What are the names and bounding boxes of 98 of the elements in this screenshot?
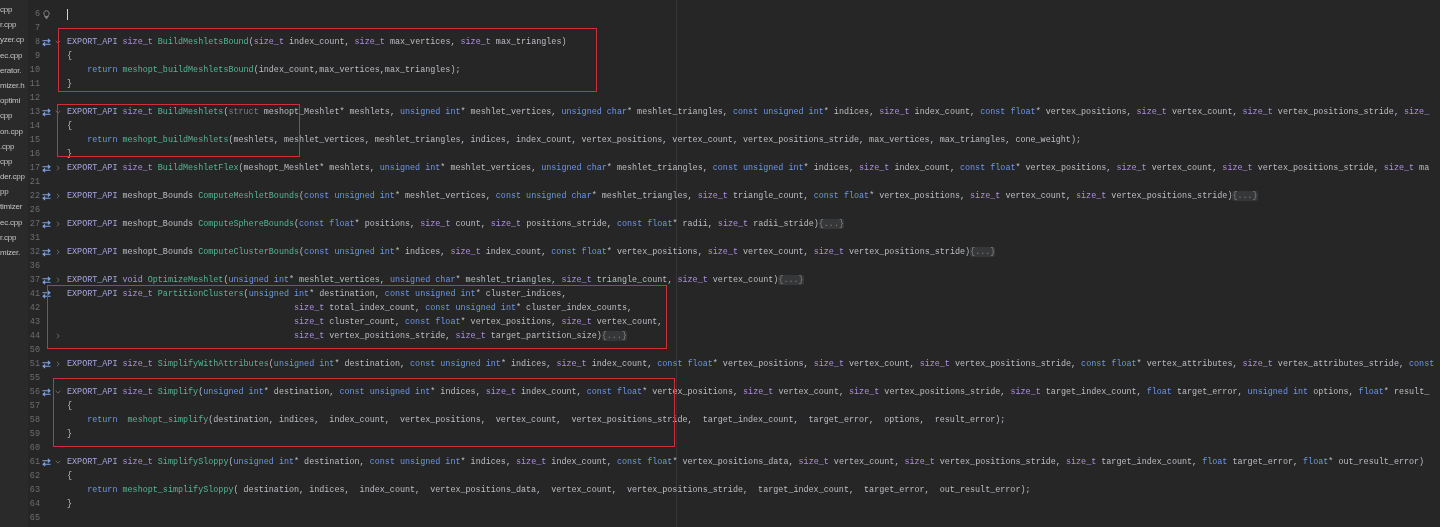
line-number: 44 (29, 331, 40, 341)
chevron-right-icon[interactable] (55, 361, 61, 367)
swap-arrows-icon[interactable] (42, 289, 51, 299)
lightbulb-icon[interactable] (42, 9, 51, 19)
line-number: 32 (29, 247, 40, 257)
line-number: 42 (29, 303, 40, 313)
line-number: 51 (29, 359, 40, 369)
line-number: 37 (29, 275, 40, 285)
file-name[interactable]: erator. (0, 62, 22, 78)
line-number: 63 (29, 485, 40, 495)
line-number: 10 (29, 65, 40, 75)
line-number: 31 (29, 233, 40, 243)
code-line: EXPORT_API size_t PartitionClusters(unsigned int* destination, const unsigned int* cluster_indices, (67, 288, 567, 301)
chevron-right-icon[interactable] (55, 333, 61, 339)
code-line: { (67, 470, 73, 483)
file-name[interactable]: mizer. (0, 245, 21, 261)
code-line: size_t vertex_positions_stride, size_t target_partition_size){...} (293, 330, 627, 343)
file-name[interactable]: der.cpp (0, 169, 25, 185)
code-line: return meshopt_simplifySloppy( destination, indices, index_count, vertex_positions_data, vertex_count, vertex_positions_stride, target_index_count, target_error, out_result_error); (86, 484, 1031, 497)
chevron-right-icon[interactable] (55, 165, 61, 171)
code-line: EXPORT_API size_t SimplifySloppy(unsigned int* destination, const unsigned int* indices, size_t index_count, const float* vertex_positions_data, size_t vertex_count, size_t vertex_positions_stride, size_t target_index_count, float target_error, float* out_result_error) (67, 456, 1425, 469)
line-number: 21 (29, 177, 40, 187)
line-number: 8 (34, 37, 40, 47)
code-line: } (67, 78, 73, 91)
file-name[interactable]: optimi (0, 93, 21, 109)
file-name[interactable]: mizer.h (0, 77, 25, 94)
swap-arrows-icon[interactable] (42, 191, 51, 201)
line-number: 41 (29, 289, 40, 299)
file-name[interactable]: on.cpp (0, 123, 23, 139)
code-line: EXPORT_API size_t BuildMeshletFlex(meshopt_Meshlet* meshlets, unsigned int* meshlet_vertices, unsigned char* meshlet_triangles, const unsigned int* indices, size_t index_count, const float* vertex_positions, size_t vertex_count, size_t vertex_positions_stride, size_t ma (67, 162, 1430, 175)
file-name[interactable]: cpp (0, 2, 13, 18)
file-name[interactable]: timizer (0, 199, 23, 215)
line-number: 27 (29, 219, 40, 229)
code-line: { (67, 120, 73, 133)
chevron-right-icon[interactable] (55, 193, 61, 199)
line-number: 58 (29, 415, 40, 425)
chevron-right-icon[interactable] (55, 249, 61, 255)
line-number: 61 (29, 457, 40, 467)
line-number: 11 (29, 79, 40, 89)
line-number: 16 (29, 149, 40, 159)
file-name[interactable]: r.cpp (0, 229, 17, 245)
code-line: size_t cluster_count, const float* vertex_positions, size_t vertex_count, (293, 316, 663, 329)
code-line: EXPORT_API meshopt_Bounds ComputeMeshletBounds(const unsigned int* meshlet_vertices, const unsigned char* meshlet_triangles, size_t triangle_count, const float* vertex_positions, size_t vertex_count, size_t vertex_positions_stride){...} (67, 190, 1258, 203)
line-number: 43 (29, 317, 40, 327)
line-number: 55 (29, 373, 40, 383)
swap-arrows-icon[interactable] (42, 37, 51, 47)
code-line: EXPORT_API void OptimizeMeshlet(unsigned int* meshlet_vertices, unsigned char* meshlet_triangles, size_t triangle_count, size_t vertex_count){...} (67, 274, 804, 287)
chevron-right-icon[interactable] (55, 277, 61, 283)
line-number: 15 (29, 135, 40, 145)
file-name[interactable]: cpp (0, 153, 13, 170)
file-name[interactable]: cpp (0, 108, 13, 124)
line-number: 60 (29, 443, 40, 453)
swap-arrows-icon[interactable] (42, 359, 51, 369)
code-line: } (67, 498, 73, 511)
chevron-down-icon[interactable] (55, 109, 61, 115)
code-line: { (67, 50, 73, 63)
swap-arrows-icon[interactable] (42, 457, 51, 467)
line-number: 57 (29, 401, 40, 411)
chevron-down-icon[interactable] (55, 389, 61, 395)
line-number: 22 (29, 191, 40, 201)
line-number: 26 (29, 205, 40, 215)
line-number: 13 (29, 107, 40, 117)
swap-arrows-icon[interactable] (42, 107, 51, 117)
code-line: EXPORT_API meshopt_Bounds ComputeSphereBounds(const float* positions, size_t count, size_t positions_stride, const float* radii, size_t radii_stride){...} (67, 218, 844, 231)
code-line: EXPORT_API size_t SimplifyWithAttributes(unsigned int* destination, const unsigned int* indices, size_t index_count, const float* vertex_positions, size_t vertex_count, size_t vertex_positions_stride, const float* vertex_attributes, size_t vertex_attributes_stride, const (67, 358, 1435, 371)
line-number: 7 (34, 23, 40, 33)
line-number: 6 (34, 9, 40, 19)
file-name[interactable]: ec.cpp (0, 47, 23, 63)
swap-arrows-icon[interactable] (42, 275, 51, 285)
code-line: EXPORT_API size_t BuildMeshletsBound(size_t index_count, size_t max_vertices, size_t max_triangles) (67, 36, 567, 49)
line-number: 50 (29, 345, 40, 355)
line-number: 64 (29, 499, 40, 509)
line-number: 12 (29, 93, 40, 103)
file-name[interactable]: r.cpp (0, 17, 17, 33)
file-name[interactable]: ec.cpp (0, 214, 23, 230)
line-number: 36 (29, 261, 40, 271)
swap-arrows-icon[interactable] (42, 163, 51, 173)
code-line: size_t total_index_count, const unsigned int* cluster_index_counts, (293, 302, 633, 315)
swap-arrows-icon[interactable] (42, 387, 51, 397)
code-line: EXPORT_API meshopt_Bounds ComputeClusterBounds(const unsigned int* indices, size_t index_count, const float* vertex_positions, size_t vertex_count, size_t vertex_positions_stride){...} (67, 246, 996, 259)
line-number: 9 (34, 51, 40, 61)
line-number: 59 (29, 429, 40, 439)
chevron-right-icon[interactable] (55, 221, 61, 227)
chevron-down-icon[interactable] (55, 39, 61, 45)
file-name[interactable]: yzer.cp (0, 32, 24, 48)
code-line: } (67, 428, 73, 441)
code-line: { (67, 400, 73, 413)
swap-arrows-icon[interactable] (42, 219, 51, 229)
swap-arrows-icon[interactable] (42, 247, 51, 257)
line-number: 17 (29, 163, 40, 173)
chevron-down-icon[interactable] (55, 459, 61, 465)
line-number: 65 (29, 513, 40, 523)
file-name[interactable]: .cpp (0, 138, 15, 154)
file-name[interactable]: pp (0, 184, 9, 200)
line-number: 14 (29, 121, 40, 131)
line-number: 62 (29, 471, 40, 481)
code-line: return meshopt_buildMeshletsBound(index_count,max_vertices,max_triangles); (86, 64, 461, 77)
line-number: 56 (29, 387, 40, 397)
